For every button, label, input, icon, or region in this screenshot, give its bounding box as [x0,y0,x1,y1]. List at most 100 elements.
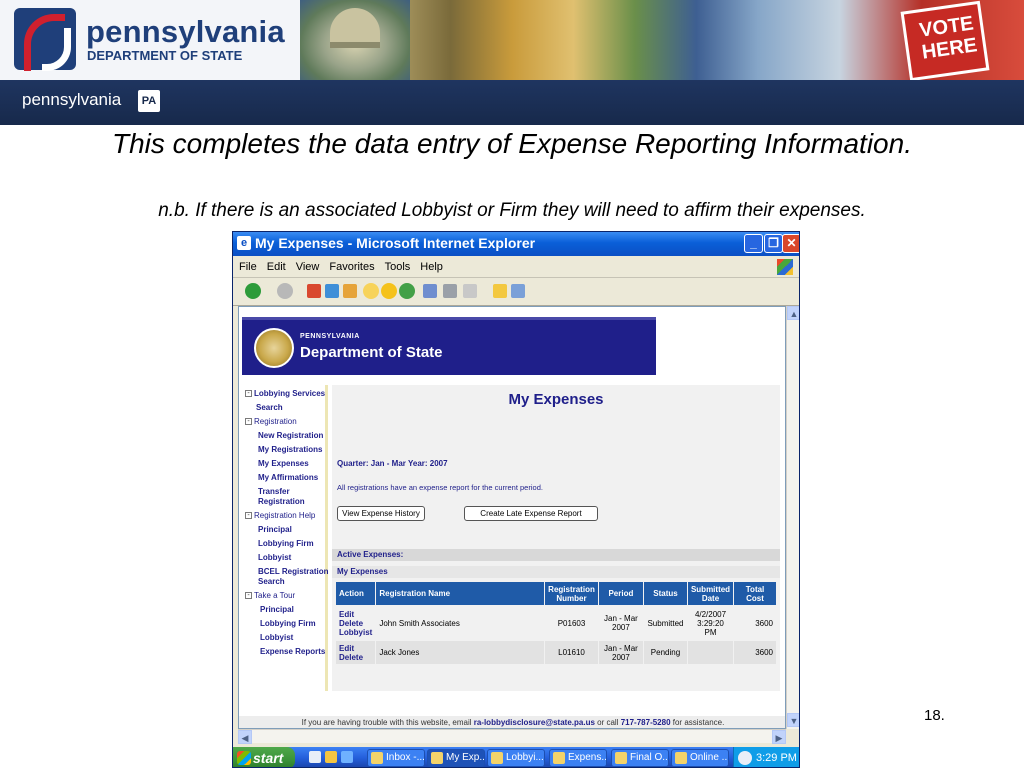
home-icon[interactable] [343,284,357,298]
stop-icon[interactable] [307,284,321,298]
nav-my-registrations[interactable]: My Registrations [258,445,322,454]
nav-lobbyist[interactable]: Lobbyist [258,553,291,562]
page-title: My Expenses [508,391,604,408]
scroll-down-icon[interactable]: ▼ [787,713,799,727]
nav-lobbying-firm[interactable]: Lobbying Firm [258,539,314,548]
mail-icon[interactable] [423,284,437,298]
start-button[interactable]: start [233,747,295,767]
nav-bcel-search[interactable]: Search [258,577,285,586]
nav-group-registration[interactable]: - Registration [245,417,297,426]
menu-tools[interactable]: Tools [379,256,415,273]
back-icon[interactable] [245,283,261,299]
state-seal-icon [254,328,294,368]
edit-link[interactable]: Edit [339,610,372,619]
forward-icon[interactable] [277,283,293,299]
nav-tour-principal[interactable]: Principal [260,605,294,614]
nav-transfer-registration[interactable]: Transfer [258,487,290,496]
edit-icon[interactable] [463,284,477,298]
col-action: Action [334,581,377,606]
refresh-icon[interactable] [325,284,339,298]
ie-icon [431,752,443,764]
help-footer: If you are having trouble with this webs… [239,716,785,728]
scroll-up-icon[interactable]: ▲ [787,306,799,320]
window-titlebar[interactable]: e My Expenses - Microsoft Internet Explo… [233,232,799,256]
nav-group-registration-help[interactable]: - Registration Help [245,511,315,520]
status: Pending [643,640,688,665]
view-expense-history-button[interactable]: View Expense History [337,506,425,521]
task-lobbying[interactable]: Lobbyi... [487,749,545,767]
nav-group-take-a-tour[interactable]: - Take a Tour [245,591,295,600]
menu-favorites[interactable]: Favorites [323,256,378,273]
task-inbox[interactable]: Inbox -... [367,749,425,767]
header-dept: Department of State [300,344,443,361]
create-late-expense-report-button[interactable]: Create Late Expense Report [464,506,598,521]
nav-my-expenses[interactable]: My Expenses [258,459,309,468]
menu-help[interactable]: Help [414,256,447,273]
footer-suffix: for assistance. [670,718,725,727]
print-icon[interactable] [443,284,457,298]
search-icon[interactable] [363,283,379,299]
registration-number: P01603 [544,605,599,641]
capitol-dome-image [300,0,410,80]
scroll-left-icon[interactable]: ◀ [238,730,252,744]
nav-tour-lobbyist[interactable]: Lobbyist [260,633,293,642]
collapse-icon[interactable]: - [245,418,252,426]
nav-search[interactable]: Search [256,403,283,412]
task-final[interactable]: Final O... [611,749,669,767]
info-note: All registrations have an expense report… [337,483,543,492]
folder-icon[interactable] [493,284,507,298]
nav-group-lobbying-services[interactable]: - Lobbying Services [245,389,325,398]
vertical-scrollbar[interactable]: ▲ ▼ [786,306,799,729]
support-email-link[interactable]: ra-lobbydisclosure@state.pa.us [474,718,595,727]
tray-network-icon[interactable] [738,751,752,765]
registration-name: John Smith Associates [375,605,546,641]
quicklaunch-desktop-icon[interactable] [309,751,321,763]
delete-link[interactable]: Delete [339,619,372,628]
slide-banner: pennsylvania DEPARTMENT OF STATE VOTE HE… [0,0,1024,80]
taskbar: start Inbox -... My Exp... Lobbyi... Exp… [233,747,799,767]
collapse-icon[interactable]: - [245,592,252,600]
edit-link[interactable]: Edit [339,644,372,653]
left-nav: - Lobbying Services Search - Registration … [242,385,329,691]
slide-page-number: 18. [924,707,945,724]
close-button[interactable]: ✕ [782,234,799,253]
nav-transfer-registration-2[interactable]: Registration [258,497,305,506]
messenger-icon[interactable] [511,284,525,298]
nav-bcel-registration[interactable]: BCEL Registration [258,567,329,576]
minimize-button[interactable]: _ [744,234,763,253]
horizontal-scrollbar[interactable]: ◀ ▶ [238,729,786,744]
nav-tour-expense-reports[interactable]: Expense Reports [260,647,325,656]
task-my-expenses[interactable]: My Exp... [427,749,485,767]
support-phone: 717-787-5280 [620,718,671,727]
expenses-table: Action Registration Name Registration Nu… [334,581,777,665]
col-registration-number: Registration Number [544,581,599,606]
status: Submitted [643,605,688,641]
folder-icon [491,752,503,764]
task-online[interactable]: Online ... [671,749,729,767]
footer-prefix: If you are having trouble with this webs… [301,718,474,727]
history-icon[interactable] [399,283,415,299]
clock: 3:29 PM [756,752,797,764]
collapse-icon[interactable]: - [245,512,252,520]
scroll-right-icon[interactable]: ▶ [772,730,786,744]
nav-tour-lobbying-firm[interactable]: Lobbying Firm [260,619,316,628]
task-expenses[interactable]: Expens... [549,749,607,767]
nav-principal[interactable]: Principal [258,525,292,534]
collapse-icon[interactable]: - [245,390,252,398]
nav-my-affirmations[interactable]: My Affirmations [258,473,318,482]
lobbyist-link[interactable]: Lobbyist [339,628,372,637]
favorites-star-icon[interactable] [381,283,397,299]
quicklaunch-outlook-icon[interactable] [325,751,337,763]
menu-view[interactable]: View [290,256,324,273]
maximize-button[interactable]: ❐ [764,234,783,253]
subbar-pa-badge: PA [138,90,160,112]
slide-subtitle: n.b. If there is an associated Lobbyist … [158,200,866,221]
slide-title: This completes the data entry of Expense… [112,128,912,159]
nav-new-registration[interactable]: New Registration [258,431,323,440]
active-expenses-bar: Active Expenses: [332,549,780,561]
quicklaunch-ie-icon[interactable] [341,751,353,763]
menu-edit[interactable]: Edit [261,256,290,273]
delete-link[interactable]: Delete [339,653,372,662]
window-title: My Expenses - Microsoft Internet Explore… [255,235,536,251]
menu-file[interactable]: File [233,256,261,273]
